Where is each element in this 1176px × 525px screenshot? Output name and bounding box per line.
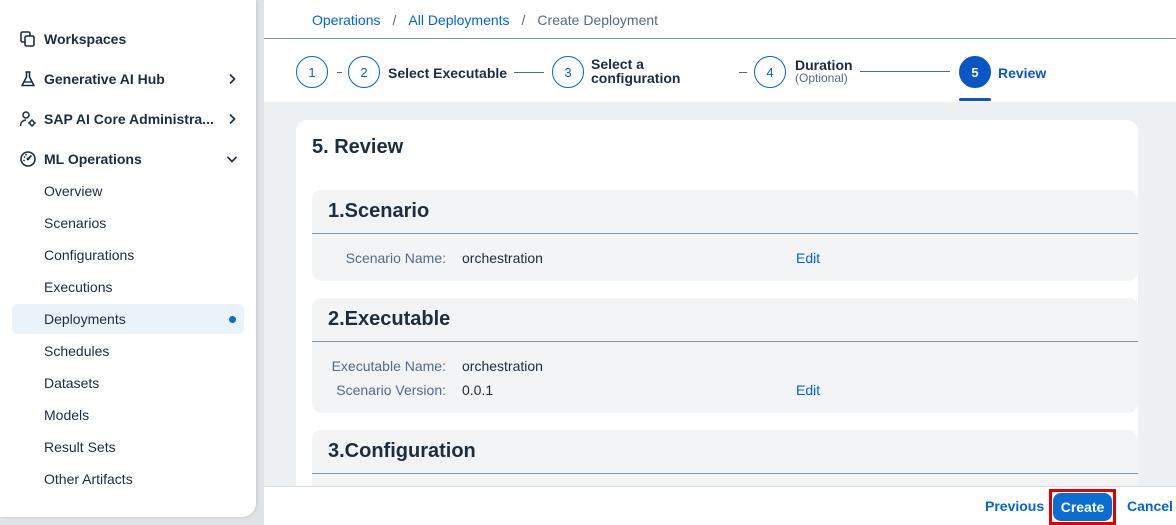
breadcrumb-separator: /	[521, 12, 526, 28]
breadcrumb-current: Create Deployment	[537, 12, 659, 28]
section-divider	[312, 473, 1138, 474]
configuration-section: 3.Configuration	[312, 430, 1138, 486]
sidebar-item-result-sets[interactable]: Result Sets	[12, 432, 244, 462]
sidebar-item-other-artifacts[interactable]: Other Artifacts	[12, 464, 244, 494]
step-connector	[860, 71, 950, 72]
sidebar-item-scenarios[interactable]: Scenarios	[12, 208, 244, 238]
wizard-step-1[interactable]: 1	[296, 56, 328, 88]
chevron-right-icon	[224, 71, 240, 87]
scenario-section-title: 1.Scenario	[328, 200, 430, 222]
wizard-step-5[interactable]: 5	[959, 56, 991, 88]
wizard-step-2[interactable]: 2	[348, 56, 380, 88]
current-step-indicator	[959, 98, 991, 101]
sidebar-item-schedules[interactable]: Schedules	[12, 336, 244, 366]
scenario-name-value: orchestration	[462, 250, 543, 266]
step-connector	[337, 72, 342, 73]
sidebar-item-generative-ai-hub[interactable]: Generative AI Hub	[12, 63, 244, 95]
section-divider	[312, 341, 1138, 342]
create-button[interactable]: Create	[1053, 493, 1112, 521]
header-divider	[264, 38, 1176, 39]
footer-toolbar: Previous Create Cancel	[264, 486, 1176, 525]
sidebar-item-models[interactable]: Models	[12, 400, 244, 430]
sidebar-item-label: SAP AI Core Administra...	[44, 111, 214, 127]
workspaces-icon	[18, 29, 38, 49]
executable-section: 2.Executable Executable Name: orchestrat…	[312, 298, 1138, 413]
review-title: 5. Review	[312, 136, 404, 158]
wizard-step-4-title: Duration	[795, 57, 853, 73]
gauge-icon	[18, 149, 38, 169]
sidebar-item-executions[interactable]: Executions	[12, 272, 244, 302]
scenario-name-label: Scenario Name:	[345, 250, 446, 266]
sidebar-item-overview[interactable]: Overview	[12, 176, 244, 206]
executable-edit-link[interactable]: Edit	[796, 382, 820, 398]
sidebar-item-label: Workspaces	[44, 31, 127, 47]
sidebar-item-configurations[interactable]: Configurations	[12, 240, 244, 270]
cancel-button[interactable]: Cancel	[1127, 498, 1173, 514]
review-card: 5. Review 1.Scenario Scenario Name: orch…	[296, 120, 1138, 486]
scenario-version-label: Scenario Version:	[336, 382, 446, 398]
sidebar-item-label: Generative AI Hub	[44, 71, 165, 87]
breadcrumb-link-all-deployments[interactable]: All Deployments	[408, 12, 509, 28]
wizard-step-5-label[interactable]: Review	[998, 66, 1046, 80]
scenario-version-value: 0.0.1	[462, 382, 494, 398]
sidebar-item-deployments[interactable]: Deployments	[12, 304, 244, 334]
wizard-step-3-label-line1: Select a	[591, 56, 644, 72]
wizard-step-4-sublabel: (Optional)	[795, 71, 848, 85]
page-header: Operations / All Deployments / Create De…	[264, 0, 1176, 102]
executable-name-value: orchestration	[462, 358, 543, 374]
executable-section-title: 2.Executable	[328, 308, 451, 330]
chevron-down-icon	[224, 151, 240, 167]
content-area[interactable]: 5. Review 1.Scenario Scenario Name: orch…	[264, 102, 1176, 486]
section-divider	[312, 233, 1138, 234]
flask-icon	[18, 69, 38, 89]
sidebar: Workspaces Generative AI Hub SAP AI Core…	[0, 0, 256, 517]
scenario-edit-link[interactable]: Edit	[796, 250, 820, 266]
wizard-step-2-label[interactable]: Select Executable	[388, 66, 507, 80]
breadcrumb-separator: /	[392, 12, 397, 28]
step-connector	[514, 72, 544, 73]
sidebar-item-ml-operations[interactable]: ML Operations	[12, 143, 244, 175]
breadcrumb-link-operations[interactable]: Operations	[312, 12, 380, 28]
previous-button[interactable]: Previous	[985, 498, 1044, 514]
breadcrumb: Operations / All Deployments / Create De…	[312, 11, 658, 29]
scenario-section: 1.Scenario Scenario Name: orchestration …	[312, 190, 1138, 281]
sidebar-item-datasets[interactable]: Datasets	[12, 368, 244, 398]
wizard-step-4[interactable]: 4	[754, 56, 786, 88]
sidebar-item-label: ML Operations	[44, 151, 142, 167]
wizard-step-4-label[interactable]: Duration (Optional)	[795, 58, 853, 85]
active-indicator-dot	[229, 316, 236, 323]
sidebar-item-workspaces[interactable]: Workspaces	[12, 23, 244, 55]
executable-name-label: Executable Name:	[331, 358, 446, 374]
sidebar-item-ai-core-admin[interactable]: SAP AI Core Administra...	[12, 103, 244, 135]
step-connector	[739, 72, 747, 73]
wizard-step-3[interactable]: 3	[552, 56, 584, 88]
wizard-step-3-label[interactable]: Select a configuration	[591, 57, 680, 85]
user-settings-icon	[18, 109, 38, 129]
chevron-right-icon	[224, 111, 240, 127]
wizard-step-3-label-line2: configuration	[591, 70, 681, 86]
sidebar-item-label: Deployments	[44, 311, 126, 327]
configuration-section-title: 3.Configuration	[328, 440, 476, 462]
